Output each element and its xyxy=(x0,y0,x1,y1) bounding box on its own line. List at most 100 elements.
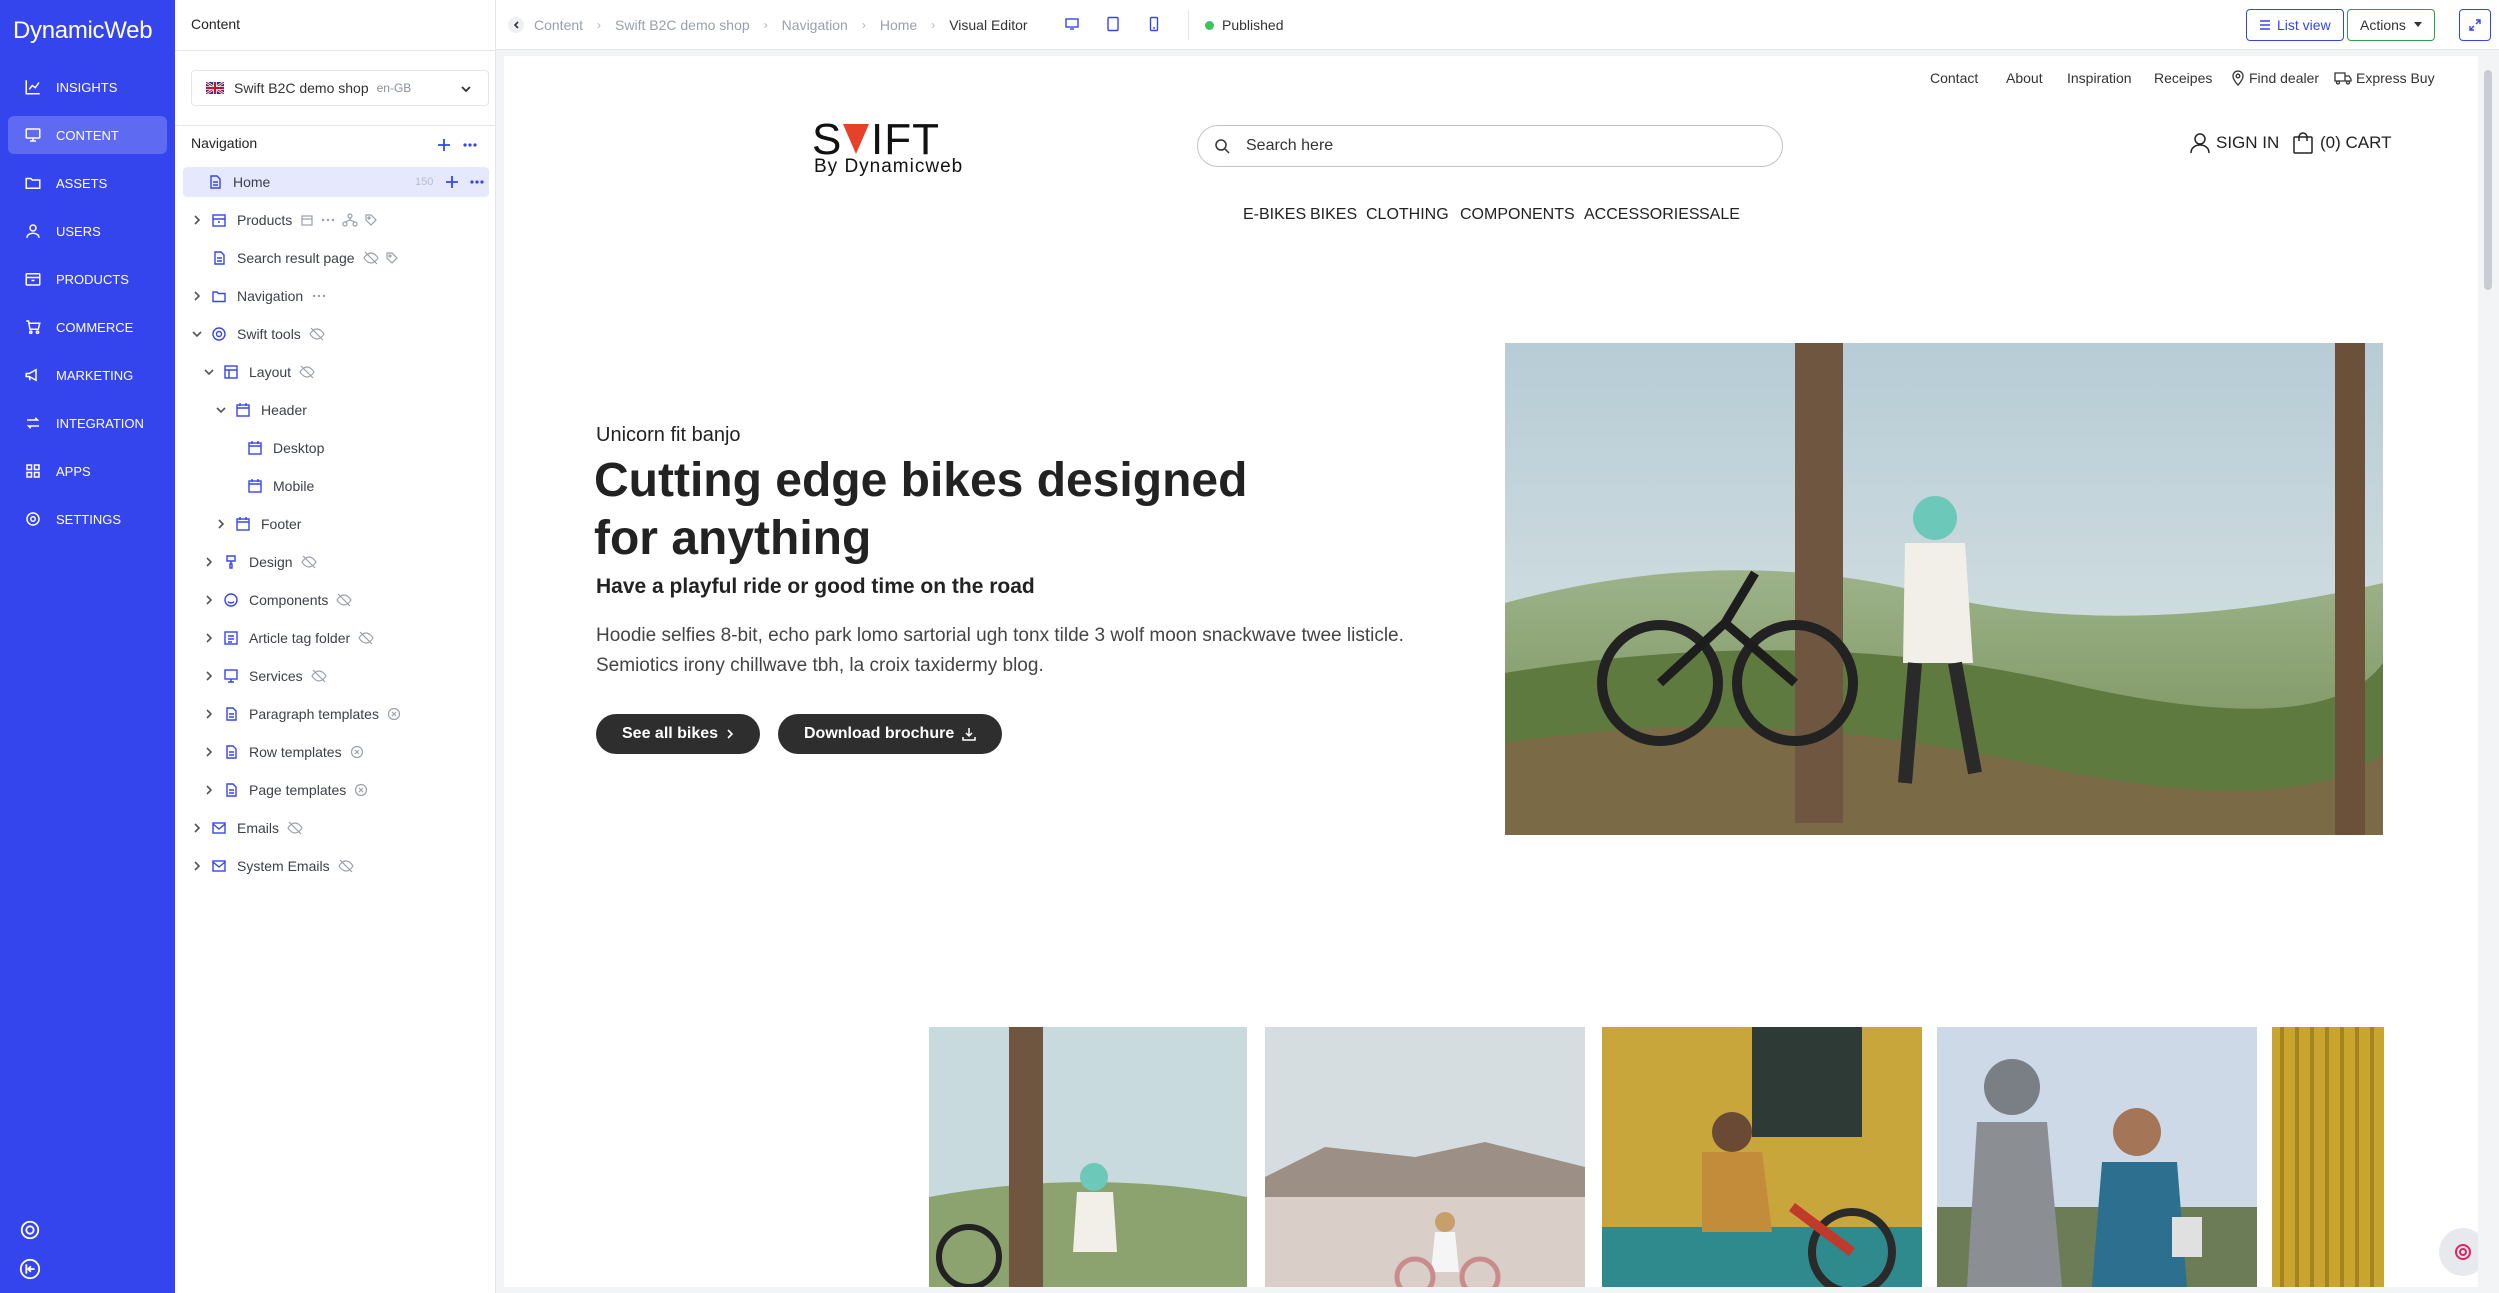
chevron-right-icon[interactable] xyxy=(203,557,215,567)
tree-node-services[interactable]: Services xyxy=(203,661,327,691)
tree-node-article-tag-folder[interactable]: Article tag folder xyxy=(203,623,374,653)
node-flags xyxy=(300,213,378,227)
tree-node-search-result-page[interactable]: Search result page xyxy=(211,243,399,273)
breadcrumb-item[interactable]: Swift B2C demo shop xyxy=(615,17,750,33)
tree-node-header[interactable]: Header xyxy=(215,395,307,425)
nav-users[interactable]: USERS xyxy=(8,212,167,250)
breadcrumb-item[interactable]: Home xyxy=(880,17,917,33)
node-flags xyxy=(350,745,364,759)
breadcrumb-item[interactable]: Content xyxy=(534,17,583,33)
menu-item-ebikes[interactable]: E-BIKES xyxy=(1243,206,1306,224)
website-name: Swift B2C demo shop xyxy=(234,80,369,96)
chevron-right-icon[interactable] xyxy=(203,785,215,795)
menu-item-clothing[interactable]: CLOTHING xyxy=(1366,206,1449,224)
fullscreen-button[interactable] xyxy=(2459,9,2491,41)
help-fab[interactable] xyxy=(2439,1228,2478,1276)
chevron-down-icon[interactable] xyxy=(215,406,227,414)
tree-node-home[interactable]: Home 150 xyxy=(183,167,489,197)
hero-body-text: Hoodie selfies 8-bit, echo park lomo sar… xyxy=(596,625,1404,676)
menu-item-sale[interactable]: SALE xyxy=(1699,206,1740,224)
menu-item-accessories[interactable]: ACCESSORIES xyxy=(1584,206,1700,224)
add-icon[interactable] xyxy=(445,175,459,189)
nav-commerce[interactable]: COMMERCE xyxy=(8,308,167,346)
chevron-down-icon[interactable] xyxy=(191,330,203,338)
download-brochure-button[interactable]: Download brochure xyxy=(778,714,1003,754)
tree-node-layout[interactable]: Layout xyxy=(203,357,315,387)
scrollbar-thumb[interactable] xyxy=(2484,70,2492,290)
tree-node-navigation[interactable]: Navigation xyxy=(191,281,327,311)
hero-title: Cutting edge bikes designed for anything xyxy=(594,454,1248,565)
tree-node-label: Products xyxy=(237,212,293,228)
website-selector[interactable]: Swift B2C demo shop en-GB xyxy=(191,70,489,106)
search-icon xyxy=(1215,139,1230,154)
help-button[interactable] xyxy=(19,1219,41,1241)
nav-apps[interactable]: APPS xyxy=(8,452,167,490)
nav-integration[interactable]: INTEGRATION xyxy=(8,404,167,442)
chevron-right-icon[interactable] xyxy=(191,215,203,225)
tree-node-paragraph-templates[interactable]: Paragraph templates xyxy=(203,699,401,729)
tag-icon xyxy=(385,252,398,264)
tree-node-products[interactable]: Products xyxy=(191,205,378,235)
nav-assets-label: ASSETS xyxy=(56,175,108,191)
chevron-right-icon[interactable] xyxy=(203,709,215,719)
find-dealer-link[interactable]: Find dealer xyxy=(2231,70,2319,86)
more-icon[interactable] xyxy=(469,175,485,189)
tree-node-footer[interactable]: Footer xyxy=(215,509,301,539)
hero-eyebrow: Unicorn fit banjo xyxy=(596,424,741,446)
back-arrow-icon[interactable] xyxy=(508,17,524,33)
menu-item-bikes[interactable]: BIKES xyxy=(1310,206,1357,224)
box-icon xyxy=(212,214,226,227)
nav-assets[interactable]: ASSETS xyxy=(8,164,167,202)
express-buy-link[interactable]: Express Buy xyxy=(2334,70,2435,86)
tree-node-design[interactable]: Design xyxy=(203,547,317,577)
swift-logo[interactable]: S IFT By Dynamicweb xyxy=(812,116,964,178)
tree-node-swift-tools[interactable]: Swift tools xyxy=(191,319,325,349)
tree-node-system-emails[interactable]: System Emails xyxy=(191,851,354,881)
website-preview: Contact About Inspiration Receipes Find … xyxy=(504,56,2478,1287)
chevron-right-icon[interactable] xyxy=(203,747,215,757)
chevron-right-icon[interactable] xyxy=(215,519,227,529)
chevron-down-icon[interactable] xyxy=(203,368,215,376)
nav-insights[interactable]: INSIGHTS xyxy=(8,68,167,106)
menu-item-components[interactable]: COMPONENTS xyxy=(1460,206,1575,224)
tree-node-components[interactable]: Components xyxy=(203,585,353,615)
collapse-sidebar-button[interactable] xyxy=(19,1258,41,1280)
nav-content[interactable]: CONTENT xyxy=(8,116,167,154)
actions-dropdown[interactable]: Actions xyxy=(2347,9,2435,41)
util-link-about[interactable]: About xyxy=(2006,70,2043,86)
tree-node-page-templates[interactable]: Page templates xyxy=(203,775,368,805)
node-flags xyxy=(337,859,354,873)
nav-marketing[interactable]: MARKETING xyxy=(8,356,167,394)
list-view-button[interactable]: List view xyxy=(2246,9,2344,41)
gear-icon xyxy=(26,512,40,526)
chevron-right-icon[interactable] xyxy=(203,633,215,643)
lifebuoy-icon xyxy=(2455,1244,2471,1260)
chevron-right-icon[interactable] xyxy=(203,671,215,681)
add-icon[interactable] xyxy=(437,138,451,152)
chevron-right-icon[interactable] xyxy=(191,291,203,301)
breadcrumb-item[interactable]: Navigation xyxy=(782,17,848,33)
sign-in-link[interactable]: SIGN IN xyxy=(2190,132,2279,154)
util-link-inspiration[interactable]: Inspiration xyxy=(2067,70,2132,86)
nav-settings[interactable]: SETTINGS xyxy=(8,500,167,538)
util-link-contact[interactable]: Contact xyxy=(1930,70,1978,86)
tablet-view-icon[interactable] xyxy=(1105,16,1121,32)
chevron-right-icon[interactable] xyxy=(191,823,203,833)
site-search-input[interactable]: Search here xyxy=(1197,125,1783,167)
desktop-view-icon[interactable] xyxy=(1064,16,1080,32)
chevron-right-icon[interactable] xyxy=(203,595,215,605)
page-icon xyxy=(226,745,237,759)
node-flags xyxy=(299,365,315,379)
more-icon[interactable] xyxy=(462,138,478,152)
tree-node-emails[interactable]: Emails xyxy=(191,813,303,843)
mobile-view-icon[interactable] xyxy=(1146,16,1162,32)
preview-scrollbar[interactable] xyxy=(2482,58,2494,1289)
tree-node-desktop[interactable]: Desktop xyxy=(247,433,324,463)
tree-node-row-templates[interactable]: Row templates xyxy=(203,737,364,767)
see-all-bikes-button[interactable]: See all bikes xyxy=(596,714,761,754)
tree-node-mobile[interactable]: Mobile xyxy=(247,471,314,501)
nav-products[interactable]: PRODUCTS xyxy=(8,260,167,298)
chevron-right-icon[interactable] xyxy=(191,861,203,871)
cart-link[interactable]: (0) CART xyxy=(2292,132,2391,154)
util-link-receipes[interactable]: Receipes xyxy=(2154,70,2212,86)
